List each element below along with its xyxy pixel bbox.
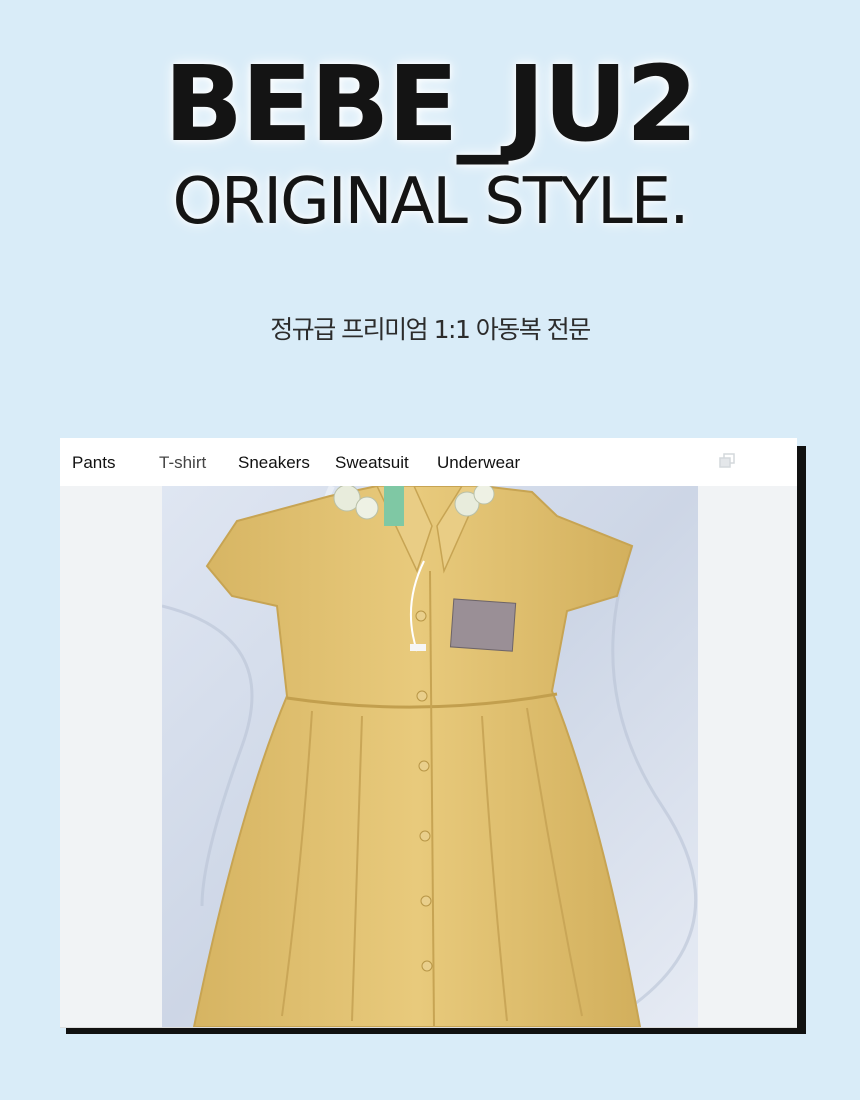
brand-subtitle: ORIGINAL STYLE. (172, 165, 689, 239)
copy-icon[interactable] (719, 453, 735, 469)
product-photo[interactable] (162, 486, 698, 1027)
tab-sneakers[interactable]: Sneakers (238, 453, 310, 473)
tab-underwear[interactable]: Underwear (437, 453, 520, 473)
product-card: Pants T-shirt Sneakers Sweatsuit Underwe… (60, 438, 797, 1028)
category-tabbar: Pants T-shirt Sneakers Sweatsuit Underwe… (60, 438, 797, 486)
tab-t-shirt[interactable]: T-shirt (159, 453, 206, 473)
brand-title: BEBE_JU2 (163, 43, 698, 165)
tagline: 정규급 프리미엄 1:1 아동복 전문 (270, 315, 591, 344)
tab-pants[interactable]: Pants (72, 453, 115, 473)
tab-sweatsuit[interactable]: Sweatsuit (335, 453, 409, 473)
